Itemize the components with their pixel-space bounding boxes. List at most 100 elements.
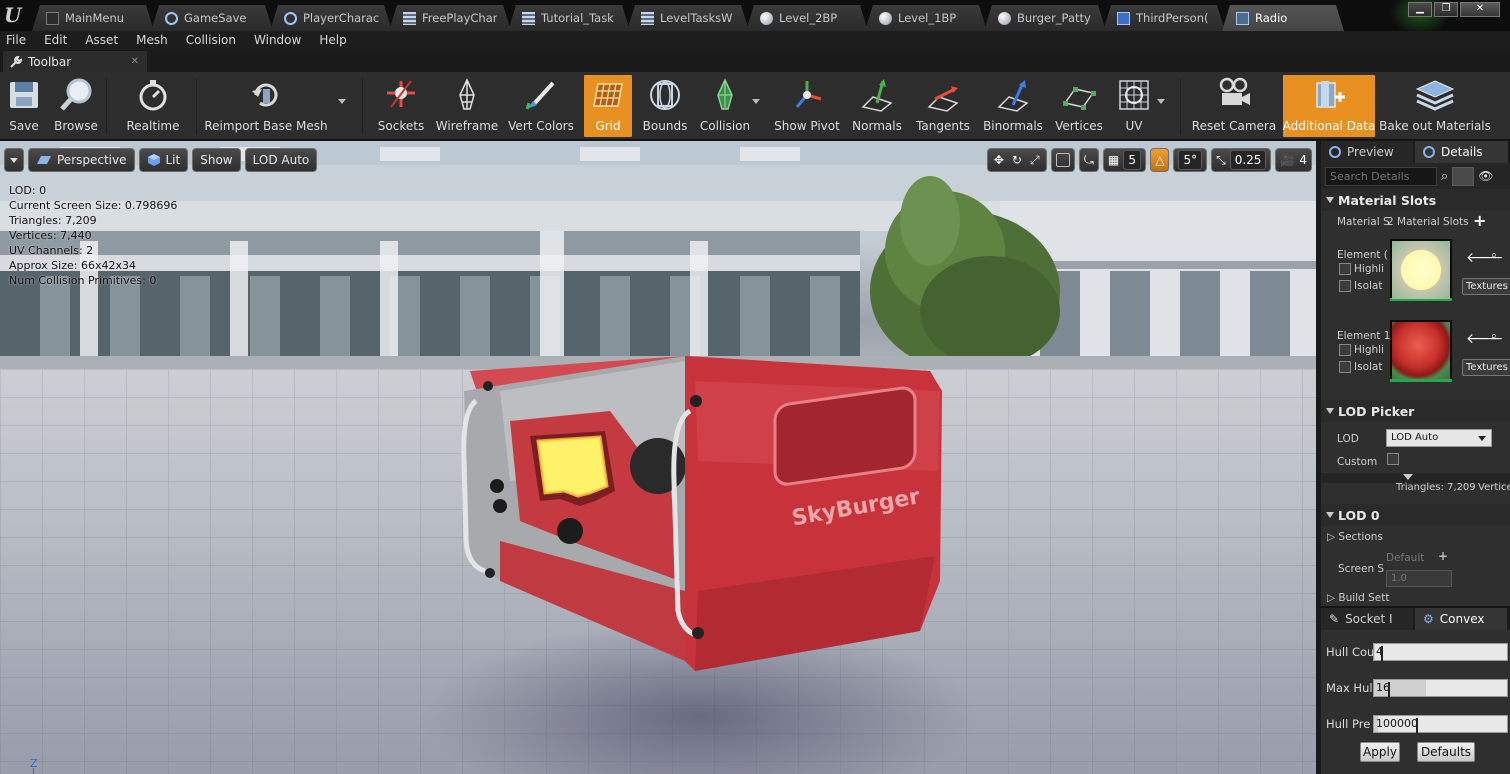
rotation-snap-toggle[interactable]: △ [1150, 148, 1170, 172]
menu-help[interactable]: Help [319, 31, 354, 50]
use-selected-arrow-icon[interactable]: 🡐 [1466, 330, 1504, 347]
tab-game-save[interactable]: GameSave [151, 5, 273, 31]
material-slots-header[interactable]: Material Slots [1321, 189, 1510, 211]
grid-snap-group[interactable]: ▦ 5 [1102, 148, 1147, 172]
add-icon[interactable]: + [1438, 549, 1448, 563]
eye-icon[interactable]: 👁 [1478, 169, 1493, 183]
reimport-base-mesh-button[interactable]: Reimport Base Mesh [204, 75, 328, 137]
save-button[interactable]: Save [3, 75, 45, 137]
tab-convex[interactable]: ⚙ Convex [1415, 608, 1507, 630]
build-settings-expander[interactable]: ▷ Build Sett [1327, 592, 1389, 604]
textures-dropdown-0[interactable]: Textures [1462, 278, 1510, 295]
normals-button[interactable]: Normals [852, 75, 902, 137]
uv-dropdown-arrow[interactable] [1157, 99, 1165, 104]
close-tab-icon[interactable]: ✕ [131, 56, 139, 67]
highlight-checkbox-1[interactable]: Highli [1339, 344, 1384, 356]
textures-dropdown-1[interactable]: Textures [1462, 359, 1510, 376]
binormals-button[interactable]: Binormals [982, 75, 1044, 137]
tab-details[interactable]: Details [1415, 141, 1508, 163]
add-slot-button[interactable]: + [1473, 211, 1486, 230]
menu-mesh[interactable]: Mesh [136, 31, 176, 50]
max-hull-verts-slider[interactable]: 16 [1373, 679, 1508, 697]
menu-file[interactable]: File [6, 31, 34, 50]
rotate-icon[interactable]: ↻ [1010, 153, 1024, 167]
lod-picker-header[interactable]: LOD Picker [1321, 400, 1510, 422]
additional-data-button[interactable]: Additional Data [1283, 75, 1375, 137]
reimport-dropdown-arrow[interactable] [338, 99, 346, 104]
defaults-button[interactable]: Defaults [1417, 742, 1475, 762]
material-thumbnail-0[interactable] [1390, 239, 1452, 301]
browse-button[interactable]: Browse [53, 75, 99, 137]
collision-button[interactable]: Collision [698, 75, 752, 137]
radio-mesh[interactable]: SkyBurger [440, 341, 960, 681]
lod-select[interactable]: LOD Auto [1386, 429, 1492, 447]
search-details-input[interactable] [1325, 166, 1437, 186]
sections-expander[interactable]: ▷ Sections [1327, 531, 1383, 543]
tangents-button[interactable]: Tangents [914, 75, 972, 137]
tab-tutorial-task[interactable]: Tutorial_Task [508, 5, 630, 31]
menu-collision[interactable]: Collision [186, 31, 244, 50]
vertices-button[interactable]: Vertices [1054, 75, 1104, 137]
scale-icon[interactable]: ⤢ [1028, 153, 1042, 168]
tab-free-play[interactable]: FreePlayChar [389, 5, 511, 31]
browse-icon[interactable]: ⌕ [1491, 249, 1497, 262]
tab-preview[interactable]: Preview [1321, 141, 1413, 163]
translate-icon[interactable]: ✥ [992, 153, 1006, 167]
minimize-button[interactable]: ▁ [1408, 2, 1432, 17]
view-options-button[interactable] [1452, 166, 1475, 186]
browse-icon[interactable]: ⌕ [1491, 330, 1497, 343]
tab-socket-manager[interactable]: ✎ Socket I [1321, 608, 1413, 630]
close-button[interactable]: ✕ [1460, 2, 1500, 17]
bounds-button[interactable]: Bounds [641, 75, 689, 137]
tab-level-tasks[interactable]: LevelTasksW [627, 5, 749, 31]
tab-level-1bp[interactable]: Level_1BP [865, 5, 987, 31]
perspective-icon [37, 156, 51, 164]
tab-level-2bp[interactable]: Level_2BP [746, 5, 868, 31]
scale-snap-group[interactable]: ⤡ 0.25 [1211, 148, 1272, 172]
surface-snap-button[interactable]: ⤿ [1078, 148, 1099, 172]
resize-icon [1388, 682, 1390, 697]
lod-auto-button[interactable]: LOD Auto [244, 148, 318, 172]
hull-precision-slider[interactable]: 100000 [1373, 715, 1508, 733]
tab-player-character[interactable]: PlayerCharac [270, 5, 392, 31]
isolate-checkbox-1[interactable]: Isolat [1339, 361, 1382, 373]
reset-camera-button[interactable]: Reset Camera [1192, 75, 1276, 137]
tab-burger-patty[interactable]: Burger_Patty [984, 5, 1106, 31]
hull-count-slider[interactable]: 4 [1373, 643, 1508, 661]
rotation-snap-value[interactable]: 5° [1173, 148, 1208, 172]
toolbar-tab[interactable]: Toolbar ✕ [3, 51, 147, 72]
perspective-button[interactable]: Perspective [28, 148, 135, 172]
custom-lod-checkbox[interactable] [1387, 453, 1399, 465]
tab-third-person[interactable]: ThirdPerson( [1103, 5, 1225, 31]
maximize-button[interactable]: ❐ [1434, 2, 1458, 17]
material-thumbnail-1[interactable] [1390, 320, 1452, 382]
menu-edit[interactable]: Edit [44, 31, 75, 50]
use-selected-arrow-icon[interactable]: 🡐 [1466, 249, 1504, 266]
realtime-button[interactable]: Realtime [124, 75, 182, 137]
bake-out-materials-button[interactable]: Bake out Materials [1379, 75, 1491, 137]
collision-dropdown-arrow[interactable] [752, 99, 760, 104]
apply-button[interactable]: Apply [1360, 742, 1400, 762]
viewport-options-button[interactable] [4, 148, 24, 172]
camera-speed-group[interactable]: 🎥 4 [1275, 148, 1312, 172]
menu-window[interactable]: Window [254, 31, 309, 50]
screen-size-field[interactable]: 1.0 [1386, 570, 1452, 587]
coordinate-space-button[interactable] [1050, 148, 1075, 172]
grid-button[interactable]: Grid [584, 75, 632, 137]
wireframe-button[interactable]: Wireframe [436, 75, 498, 137]
show-button[interactable]: Show [192, 148, 241, 172]
uv-button[interactable]: UV [1113, 75, 1155, 137]
mesh-viewport[interactable]: SkyBurger Perspective Lit Show LOD Auto … [0, 141, 1316, 774]
lod0-header[interactable]: LOD 0 [1321, 504, 1510, 526]
highlight-checkbox-0[interactable]: Highli [1339, 263, 1384, 275]
unreal-logo[interactable]: U [4, 4, 28, 28]
sockets-button[interactable]: Sockets [375, 75, 427, 137]
tab-radio[interactable]: Radio [1222, 5, 1344, 31]
vert-colors-button[interactable]: Vert Colors [508, 75, 574, 137]
tab-main-menu[interactable]: MainMenu [32, 5, 154, 31]
lit-button[interactable]: Lit [138, 148, 189, 172]
menu-asset[interactable]: Asset [85, 31, 126, 50]
show-pivot-button[interactable]: Show Pivot [773, 75, 841, 137]
isolate-checkbox-0[interactable]: Isolat [1339, 280, 1382, 292]
search-icon[interactable]: ⌕ [1441, 169, 1448, 184]
